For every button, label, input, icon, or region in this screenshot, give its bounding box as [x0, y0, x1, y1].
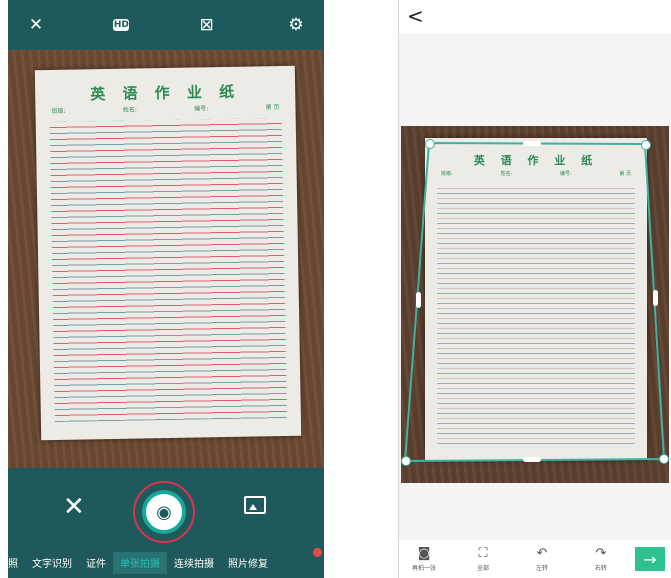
crop-edge-bottom[interactable]	[523, 457, 541, 462]
shutter-button[interactable]: ◉	[142, 490, 186, 534]
crop-edge-right[interactable]	[653, 290, 658, 306]
next-button[interactable]: →	[635, 547, 665, 571]
crop-handle-bottom-right[interactable]	[659, 454, 669, 464]
notification-dot	[313, 548, 322, 557]
camera-screen: ✕ HD ⊠ ⚙ 英 语 作 业 纸 班级: 姓名: 编号: 第 页 ✕ ◉ 照…	[8, 0, 324, 578]
gallery-icon[interactable]	[244, 496, 266, 514]
camera-controls: ✕ ◉ 照 文字识别 证件 单张拍摄 连续拍摄 照片修复	[8, 468, 324, 578]
crop-handle-bottom-left[interactable]	[401, 456, 411, 466]
close-button[interactable]: ✕	[63, 492, 85, 522]
rotate-left-icon: ↶	[536, 546, 548, 561]
mode-text-recognition[interactable]: 文字识别	[25, 552, 79, 574]
back-button[interactable]: <	[407, 4, 424, 28]
crop-toolbar: ◙ 再拍一张 ⛶ 全部 ↶ 左转 ↷ 右转 →	[399, 540, 671, 578]
mode-photo-repair[interactable]: 照片修复	[221, 552, 275, 574]
document-paper: 英 语 作 业 纸 班级: 姓名: 编号: 第 页	[34, 65, 302, 441]
mode-single-shot[interactable]: 单张拍摄	[113, 552, 167, 574]
crop-area[interactable]: 英 语 作 业 纸 班级: 姓名: 编号: 第 页	[401, 126, 669, 483]
rotate-right-icon: ↷	[595, 546, 607, 561]
crop-handle-top-right[interactable]	[641, 140, 651, 150]
select-all-icon: ⛶	[478, 546, 488, 561]
settings-icon[interactable]: ⚙	[284, 13, 308, 37]
retake-button[interactable]: ◙ 再拍一张	[399, 546, 449, 572]
mode-id-card[interactable]: 证件	[79, 552, 113, 574]
flash-off-icon[interactable]: ✕	[24, 13, 48, 37]
ruled-lines	[49, 117, 287, 422]
mode-photo[interactable]: 照	[8, 552, 25, 574]
crop-handle-top-left[interactable]	[425, 139, 435, 149]
rotate-left-button[interactable]: ↶ 左转	[517, 546, 567, 572]
camera-icon: ◉	[156, 501, 172, 523]
mode-selector: 照 文字识别 证件 单张拍摄 连续拍摄 照片修复	[8, 552, 324, 574]
rotate-right-button[interactable]: ↷ 右转	[576, 546, 626, 572]
crop-nav-bar: <	[399, 0, 671, 34]
crop-outline	[403, 141, 666, 463]
select-all-button[interactable]: ⛶ 全部	[458, 546, 508, 572]
crop-edge-top[interactable]	[523, 141, 541, 146]
camera-top-bar: ✕ HD ⊠ ⚙	[8, 0, 324, 50]
hd-icon[interactable]: HD	[113, 19, 130, 31]
camera-viewfinder[interactable]: 英 语 作 业 纸 班级: 姓名: 编号: 第 页	[8, 50, 324, 468]
crop-screen: < 英 语 作 业 纸 班级: 姓名: 编号: 第 页 ◙ 再拍一张 ⛶ 全部 …	[398, 0, 671, 578]
camera-icon: ◙	[417, 546, 431, 561]
grid-off-icon[interactable]: ⊠	[195, 13, 219, 37]
crop-edge-left[interactable]	[416, 292, 421, 308]
mode-continuous-shot[interactable]: 连续拍摄	[167, 552, 221, 574]
